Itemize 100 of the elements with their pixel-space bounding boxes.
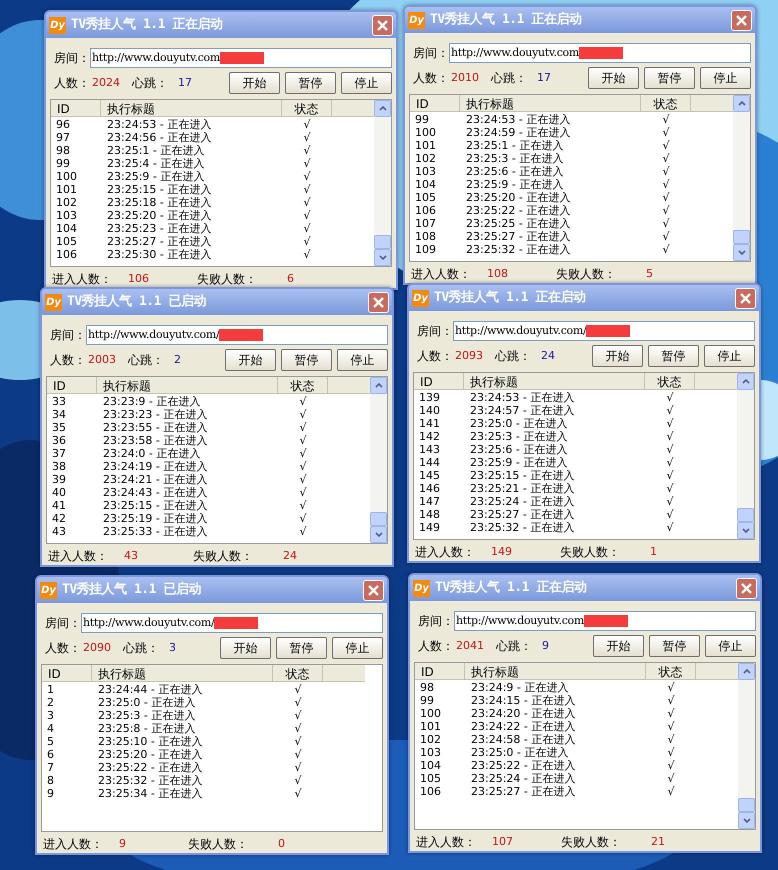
action-button[interactable]: 开始 (229, 72, 280, 94)
row-status: √ (302, 118, 312, 131)
row-title: 23:25:8 - 正在进入 (97, 722, 196, 735)
close-button[interactable] (368, 292, 389, 312)
scroll-thumb[interactable] (738, 798, 755, 812)
column-header[interactable]: 状态 (646, 663, 696, 679)
room-label: 房间： (418, 613, 454, 630)
row-id: 9 (46, 787, 55, 800)
action-button[interactable]: 暂停 (648, 345, 699, 367)
action-button[interactable]: 暂停 (281, 349, 332, 371)
room-url-field[interactable]: http://www.douyutv.com (449, 43, 751, 63)
column-header[interactable]: 执行标题 (465, 663, 646, 679)
action-button[interactable]: 开始 (588, 67, 639, 89)
row-id: 34 (51, 408, 67, 421)
row-status: √ (661, 191, 670, 204)
row-title: 23:25:21 - 正在进入 (469, 482, 576, 495)
row-title: 23:24:21 - 正在进入 (102, 473, 208, 486)
row-title: 23:24:53 - 正在进入 (106, 118, 212, 131)
room-label: 房间： (413, 45, 449, 62)
action-button[interactable]: 开始 (593, 635, 644, 657)
row-title: 23:25:9 - 正在进入 (465, 178, 564, 191)
row-status: √ (661, 152, 670, 165)
row-title: 23:25:9 - 正在进入 (469, 456, 568, 469)
column-header[interactable]: 状态 (641, 95, 691, 111)
action-button[interactable]: 停止 (332, 637, 383, 659)
close-button[interactable] (372, 14, 393, 36)
column-header[interactable]: 执行标题 (101, 100, 282, 116)
row-id: 140 (418, 404, 441, 417)
scroll-thumb[interactable] (733, 230, 750, 244)
column-header[interactable]: ID (51, 100, 101, 116)
row-status: √ (298, 473, 308, 486)
column-header[interactable]: 执行标题 (464, 373, 645, 389)
row-title: 23:25:19 - 正在进入 (102, 512, 208, 525)
column-header[interactable]: ID (415, 663, 465, 679)
close-icon (373, 296, 384, 308)
failed-label: 失败人数： (561, 834, 622, 851)
row-status: √ (661, 165, 670, 178)
row-id: 143 (418, 443, 441, 456)
column-header[interactable]: ID (410, 95, 460, 111)
column-header[interactable]: 状态 (278, 377, 328, 393)
heartbeat-value: 24 (541, 348, 555, 364)
close-button[interactable] (735, 288, 756, 308)
row-title: 23:25:32 - 正在进入 (469, 521, 576, 534)
row-id: 100 (414, 126, 437, 139)
close-button[interactable] (736, 578, 757, 598)
action-button[interactable]: 开始 (592, 345, 643, 367)
row-id: 100 (55, 170, 78, 183)
room-url-field[interactable]: http://www.douyutv.com (90, 48, 392, 68)
row-status: √ (302, 131, 312, 144)
action-button[interactable]: 开始 (220, 637, 271, 659)
row-id: 102 (55, 196, 78, 209)
scrollbar[interactable] (737, 373, 754, 539)
close-button[interactable] (731, 10, 752, 30)
action-button[interactable]: 停止 (337, 349, 388, 371)
column-header[interactable]: 状态 (273, 665, 323, 681)
column-header[interactable]: ID (42, 665, 92, 681)
entered-label: 进入人数： (52, 271, 113, 288)
column-header[interactable]: ID (414, 373, 464, 389)
room-url-field[interactable]: http://www.douyutv.com/ (81, 613, 383, 633)
count-label: 人数： (50, 352, 86, 369)
action-button[interactable]: 停止 (700, 67, 751, 89)
column-header[interactable]: 状态 (282, 100, 332, 116)
failed-value: 6 (286, 270, 294, 287)
column-header[interactable]: 执行标题 (97, 377, 278, 393)
window-title: TV秀挂人气 1.1 正在启动 (435, 578, 586, 598)
close-button[interactable] (363, 580, 384, 600)
action-button[interactable]: 暂停 (649, 635, 700, 657)
scroll-thumb[interactable] (370, 512, 387, 526)
row-status: √ (666, 733, 676, 746)
row-title: 23:24:22 - 正在进入 (470, 720, 576, 733)
scroll-thumb[interactable] (374, 235, 391, 249)
scrollbar[interactable] (733, 95, 750, 261)
scrollbar[interactable] (738, 663, 755, 829)
column-header[interactable]: 执行标题 (460, 95, 641, 111)
scrollbar[interactable] (374, 100, 391, 266)
room-url-field[interactable]: http://www.douyutv.com/ (453, 321, 755, 341)
action-button[interactable]: 暂停 (644, 67, 695, 89)
action-button[interactable]: 停止 (705, 635, 756, 657)
action-button[interactable]: 停止 (341, 72, 392, 94)
room-url-field[interactable]: http://www.douyutv.com/ (86, 325, 388, 345)
column-header[interactable]: ID (47, 377, 97, 393)
column-header[interactable]: 执行标题 (92, 665, 273, 681)
scroll-thumb[interactable] (737, 508, 754, 522)
row-status: √ (302, 157, 312, 170)
scrollbar[interactable] (370, 377, 387, 543)
room-url-field[interactable]: http://www.douyutv.com (454, 611, 756, 631)
action-button[interactable]: 停止 (704, 345, 755, 367)
count-label: 人数： (418, 638, 454, 655)
entered-label: 进入人数： (411, 266, 472, 283)
action-button[interactable]: 暂停 (285, 72, 336, 94)
row-id: 97 (55, 131, 71, 144)
redaction-mark (579, 47, 624, 59)
row-id: 148 (418, 508, 441, 521)
heartbeat-label: 心跳： (132, 75, 168, 92)
row-id: 147 (418, 495, 441, 508)
action-button[interactable]: 开始 (225, 349, 276, 371)
action-button[interactable]: 暂停 (276, 637, 327, 659)
column-header[interactable]: 状态 (645, 373, 695, 389)
row-id: 105 (419, 772, 442, 785)
row-id: 43 (51, 525, 67, 538)
